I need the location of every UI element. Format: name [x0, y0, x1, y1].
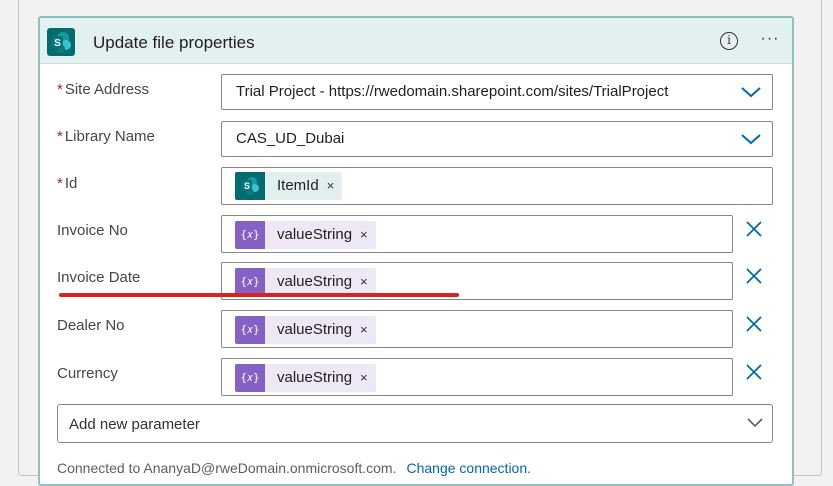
- expression-icon: {𝑥}: [235, 268, 265, 296]
- token-label: valueString: [277, 321, 353, 338]
- dealer-no-input[interactable]: {𝑥} valueString ×: [221, 310, 733, 348]
- required-marker: *: [57, 81, 63, 98]
- remove-parameter-icon[interactable]: [745, 315, 763, 333]
- dynamic-content-token[interactable]: {𝑥} valueString ×: [235, 221, 376, 249]
- dealer-no-label: Dealer No: [57, 317, 125, 334]
- token-remove-icon[interactable]: ×: [356, 364, 376, 392]
- library-name-label: * Library Name: [57, 128, 155, 145]
- connection-info: Connected to AnanyaD@rweDomain.onmicroso…: [57, 460, 531, 476]
- library-name-dropdown[interactable]: CAS_UD_Dubai: [221, 121, 773, 157]
- change-connection-link[interactable]: Change connection.: [406, 460, 531, 476]
- svg-text:S: S: [54, 38, 61, 49]
- card-title[interactable]: Update file properties: [93, 33, 255, 53]
- chevron-down-icon[interactable]: [740, 84, 762, 100]
- sharepoint-icon: S: [47, 28, 75, 56]
- library-name-value: CAS_UD_Dubai: [236, 130, 345, 147]
- site-address-dropdown[interactable]: Trial Project - https://rwedomain.sharep…: [221, 74, 773, 110]
- remove-parameter-icon[interactable]: [745, 267, 763, 285]
- token-remove-icon[interactable]: ×: [356, 221, 376, 249]
- token-remove-icon[interactable]: ×: [356, 316, 376, 344]
- more-options-icon[interactable]: ···: [758, 30, 782, 50]
- token-remove-icon[interactable]: ×: [323, 172, 343, 200]
- invoice-no-label: Invoice No: [57, 222, 128, 239]
- expression-icon: {𝑥}: [235, 364, 265, 392]
- expression-icon: {𝑥}: [235, 221, 265, 249]
- dynamic-content-token[interactable]: {𝑥} valueString ×: [235, 316, 376, 344]
- invoice-no-input[interactable]: {𝑥} valueString ×: [221, 215, 733, 253]
- token-label: valueString: [277, 369, 353, 386]
- currency-input[interactable]: {𝑥} valueString ×: [221, 358, 733, 396]
- sharepoint-icon: S: [235, 172, 265, 200]
- add-new-parameter-label: Add new parameter: [69, 416, 200, 433]
- currency-label: Currency: [57, 365, 118, 382]
- id-label: * Id: [57, 175, 78, 192]
- card-header[interactable]: S Update file properties i ···: [40, 18, 792, 64]
- site-address-value: Trial Project - https://rwedomain.sharep…: [236, 83, 669, 100]
- id-input[interactable]: S ItemId ×: [221, 167, 773, 205]
- site-address-label: * Site Address: [57, 81, 150, 98]
- token-label: ItemId: [277, 177, 319, 194]
- action-card: S Update file properties i ··· * Site Add…: [38, 16, 794, 486]
- add-new-parameter-dropdown[interactable]: Add new parameter: [57, 404, 773, 443]
- remove-parameter-icon[interactable]: [745, 363, 763, 381]
- svg-text:S: S: [244, 181, 250, 191]
- invoice-date-label: Invoice Date: [57, 269, 141, 286]
- annotation-underline: [59, 293, 459, 297]
- dynamic-content-token[interactable]: {𝑥} valueString ×: [235, 364, 376, 392]
- dynamic-content-token[interactable]: S ItemId ×: [235, 172, 343, 200]
- required-marker: *: [57, 175, 63, 192]
- dynamic-content-token[interactable]: {𝑥} valueString ×: [235, 268, 376, 296]
- chevron-down-icon[interactable]: [746, 416, 764, 430]
- expression-icon: {𝑥}: [235, 316, 265, 344]
- remove-parameter-icon[interactable]: [745, 220, 763, 238]
- connected-text: Connected to AnanyaD@rweDomain.onmicroso…: [57, 460, 397, 476]
- required-marker: *: [57, 128, 63, 145]
- token-label: valueString: [277, 226, 353, 243]
- token-remove-icon[interactable]: ×: [356, 268, 376, 296]
- token-label: valueString: [277, 273, 353, 290]
- info-icon[interactable]: i: [720, 32, 738, 50]
- chevron-down-icon[interactable]: [740, 131, 762, 147]
